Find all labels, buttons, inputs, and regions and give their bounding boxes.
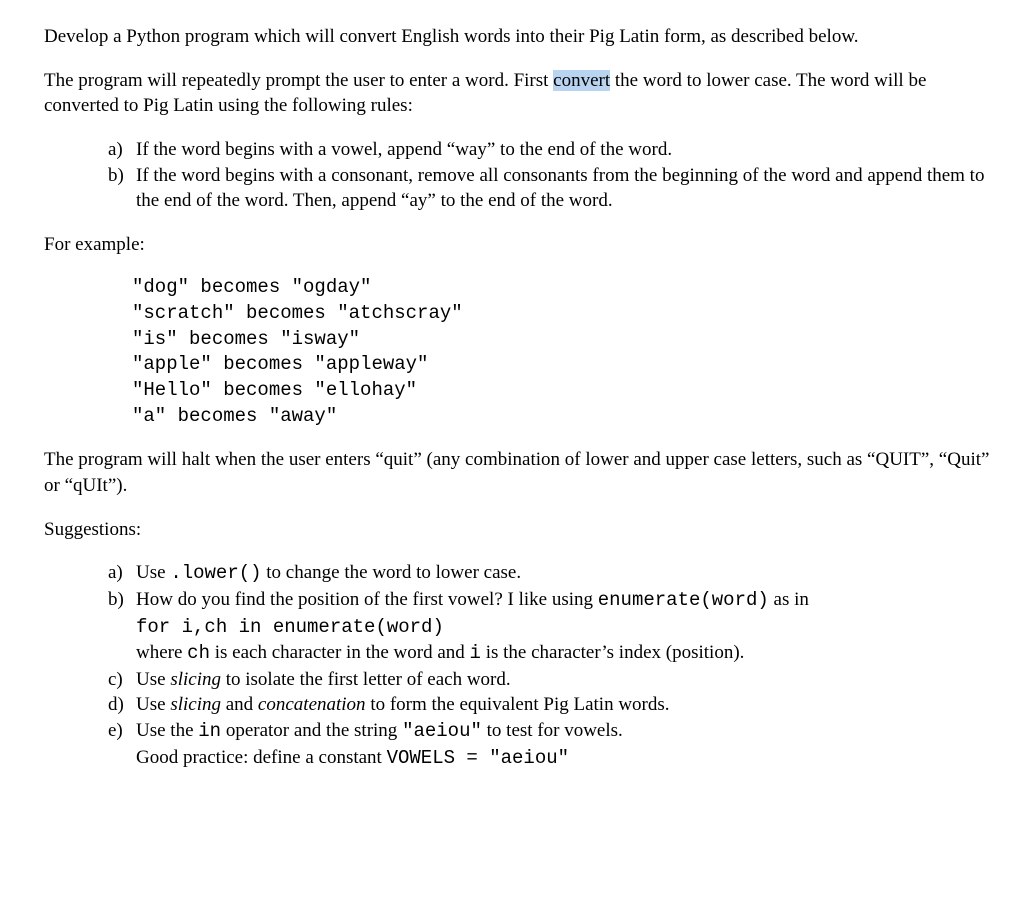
- emphasis: concatenation: [258, 694, 366, 715]
- rule-b: b) If the word begins with a consonant, …: [108, 163, 990, 214]
- suggestion-e: e) Use the in operator and the string "a…: [108, 718, 990, 771]
- halt-paragraph: The program will halt when the user ente…: [44, 447, 990, 498]
- examples-block: "dog" becomes "ogday" "scratch" becomes …: [132, 275, 990, 429]
- suggestion-c: c) Use slicing to isolate the first lett…: [108, 667, 990, 693]
- example-line: "apple" becomes "appleway": [132, 352, 990, 378]
- text: and: [221, 694, 258, 715]
- list-text: Use .lower() to change the word to lower…: [136, 560, 990, 587]
- list-label: e): [108, 718, 136, 771]
- example-line: "scratch" becomes "atchscray": [132, 301, 990, 327]
- suggestion-d: d) Use slicing and concatenation to form…: [108, 692, 990, 718]
- rule-a: a) If the word begins with a vowel, appe…: [108, 137, 990, 163]
- code: enumerate(word): [598, 589, 769, 611]
- list-label: b): [108, 163, 136, 214]
- code: i: [470, 642, 481, 664]
- text: to isolate the first letter of each word…: [221, 669, 511, 690]
- code: in: [198, 720, 221, 742]
- suggestion-b: b) How do you find the position of the f…: [108, 587, 990, 667]
- list-text: How do you find the position of the firs…: [136, 587, 990, 667]
- emphasis: slicing: [170, 694, 221, 715]
- list-label: c): [108, 667, 136, 693]
- code: VOWELS = "aeiou": [387, 747, 569, 769]
- text: Good practice: define a constant: [136, 747, 387, 768]
- highlighted-word: convert: [553, 70, 610, 91]
- list-label: b): [108, 587, 136, 667]
- text: operator and the string: [221, 720, 402, 741]
- intro-paragraph: Develop a Python program which will conv…: [44, 24, 990, 50]
- suggestion-a: a) Use .lower() to change the word to lo…: [108, 560, 990, 587]
- list-label: a): [108, 137, 136, 163]
- text: where: [136, 642, 187, 663]
- text: is each character in the word and: [210, 642, 470, 663]
- prompt-paragraph: The program will repeatedly prompt the u…: [44, 68, 990, 119]
- list-text: If the word begins with a consonant, rem…: [136, 163, 990, 214]
- text: The program will repeatedly prompt the u…: [44, 70, 553, 91]
- list-text: Use slicing to isolate the first letter …: [136, 667, 990, 693]
- suggestions-list: a) Use .lower() to change the word to lo…: [108, 560, 990, 771]
- example-line: "a" becomes "away": [132, 404, 990, 430]
- text: Use: [136, 694, 170, 715]
- rules-list: a) If the word begins with a vowel, appe…: [108, 137, 990, 214]
- example-line: "is" becomes "isway": [132, 327, 990, 353]
- list-label: d): [108, 692, 136, 718]
- text: Use: [136, 562, 170, 583]
- suggestions-heading: Suggestions:: [44, 517, 990, 543]
- example-line: "dog" becomes "ogday": [132, 275, 990, 301]
- text: is the character’s index (position).: [481, 642, 744, 663]
- text: Use: [136, 669, 170, 690]
- list-label: a): [108, 560, 136, 587]
- list-text: If the word begins with a vowel, append …: [136, 137, 990, 163]
- text: Use the: [136, 720, 198, 741]
- text: to test for vowels.: [482, 720, 623, 741]
- list-text: Use slicing and concatenation to form th…: [136, 692, 990, 718]
- text: How do you find the position of the firs…: [136, 589, 598, 610]
- code: ch: [187, 642, 210, 664]
- text: to change the word to lower case.: [262, 562, 522, 583]
- code: for i,ch in enumerate(word): [136, 616, 444, 638]
- emphasis: slicing: [170, 669, 221, 690]
- list-text: Use the in operator and the string "aeio…: [136, 718, 990, 771]
- text: as in: [769, 589, 809, 610]
- text: to form the equivalent Pig Latin words.: [366, 694, 670, 715]
- code: "aeiou": [402, 720, 482, 742]
- code: .lower(): [170, 562, 261, 584]
- example-line: "Hello" becomes "ellohay": [132, 378, 990, 404]
- for-example-label: For example:: [44, 232, 990, 258]
